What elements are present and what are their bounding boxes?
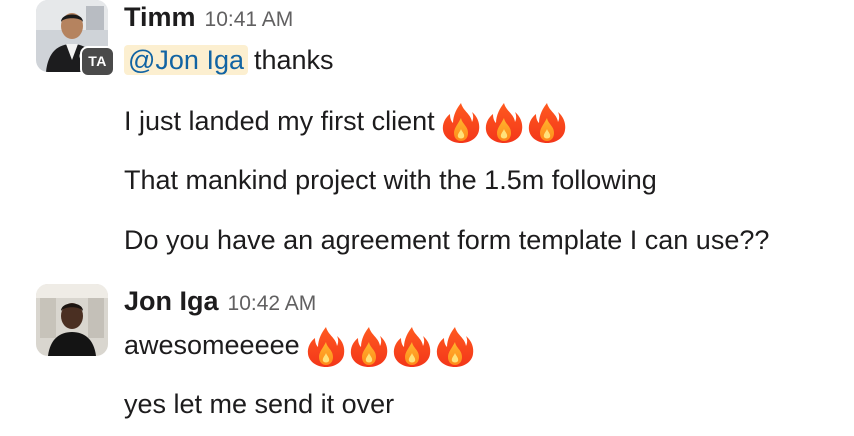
message-text: That mankind project with the 1.5m follo… [124,165,657,195]
message-text: awesomeeeee [124,330,300,361]
team-badge: TA [80,46,115,77]
emoji-group [441,102,570,144]
user-mention[interactable]: @Jon Iga [124,45,248,75]
message-thread: TA Timm 10:41 AM @Jon Iga thanks I just la… [0,0,854,436]
avatar-photo-jon [36,284,108,356]
avatar[interactable] [36,284,108,356]
message-text: yes let me send it over [124,389,395,419]
message-line: Do you have an agreement form template I… [124,222,769,258]
message-line: That mankind project with the 1.5m follo… [124,162,657,198]
emoji-group [306,326,478,368]
timestamp[interactable]: 10:41 AM [205,8,294,31]
sender-name[interactable]: Jon Iga [124,286,219,316]
fire-emoji-icon [484,102,524,144]
fire-emoji-icon [392,326,432,368]
message-text: Do you have an agreement form template I… [124,225,770,255]
sender-name[interactable]: Timm [124,2,196,32]
fire-emoji-icon [527,102,567,144]
message-header: Jon Iga 10:42 AM [124,286,316,317]
message-header: Timm 10:41 AM [124,2,293,33]
message-line: @Jon Iga thanks [124,42,334,78]
message-line: I just landed my first client [124,102,570,144]
fire-emoji-icon [435,326,475,368]
timestamp[interactable]: 10:42 AM [228,292,317,315]
fire-emoji-icon [306,326,346,368]
message-text: thanks [253,45,334,75]
message-line: awesomeeeee [124,326,478,368]
fire-emoji-icon [441,102,481,144]
fire-emoji-icon [349,326,389,368]
message-line: yes let me send it over [124,386,394,422]
message-text: I just landed my first client [124,106,435,137]
